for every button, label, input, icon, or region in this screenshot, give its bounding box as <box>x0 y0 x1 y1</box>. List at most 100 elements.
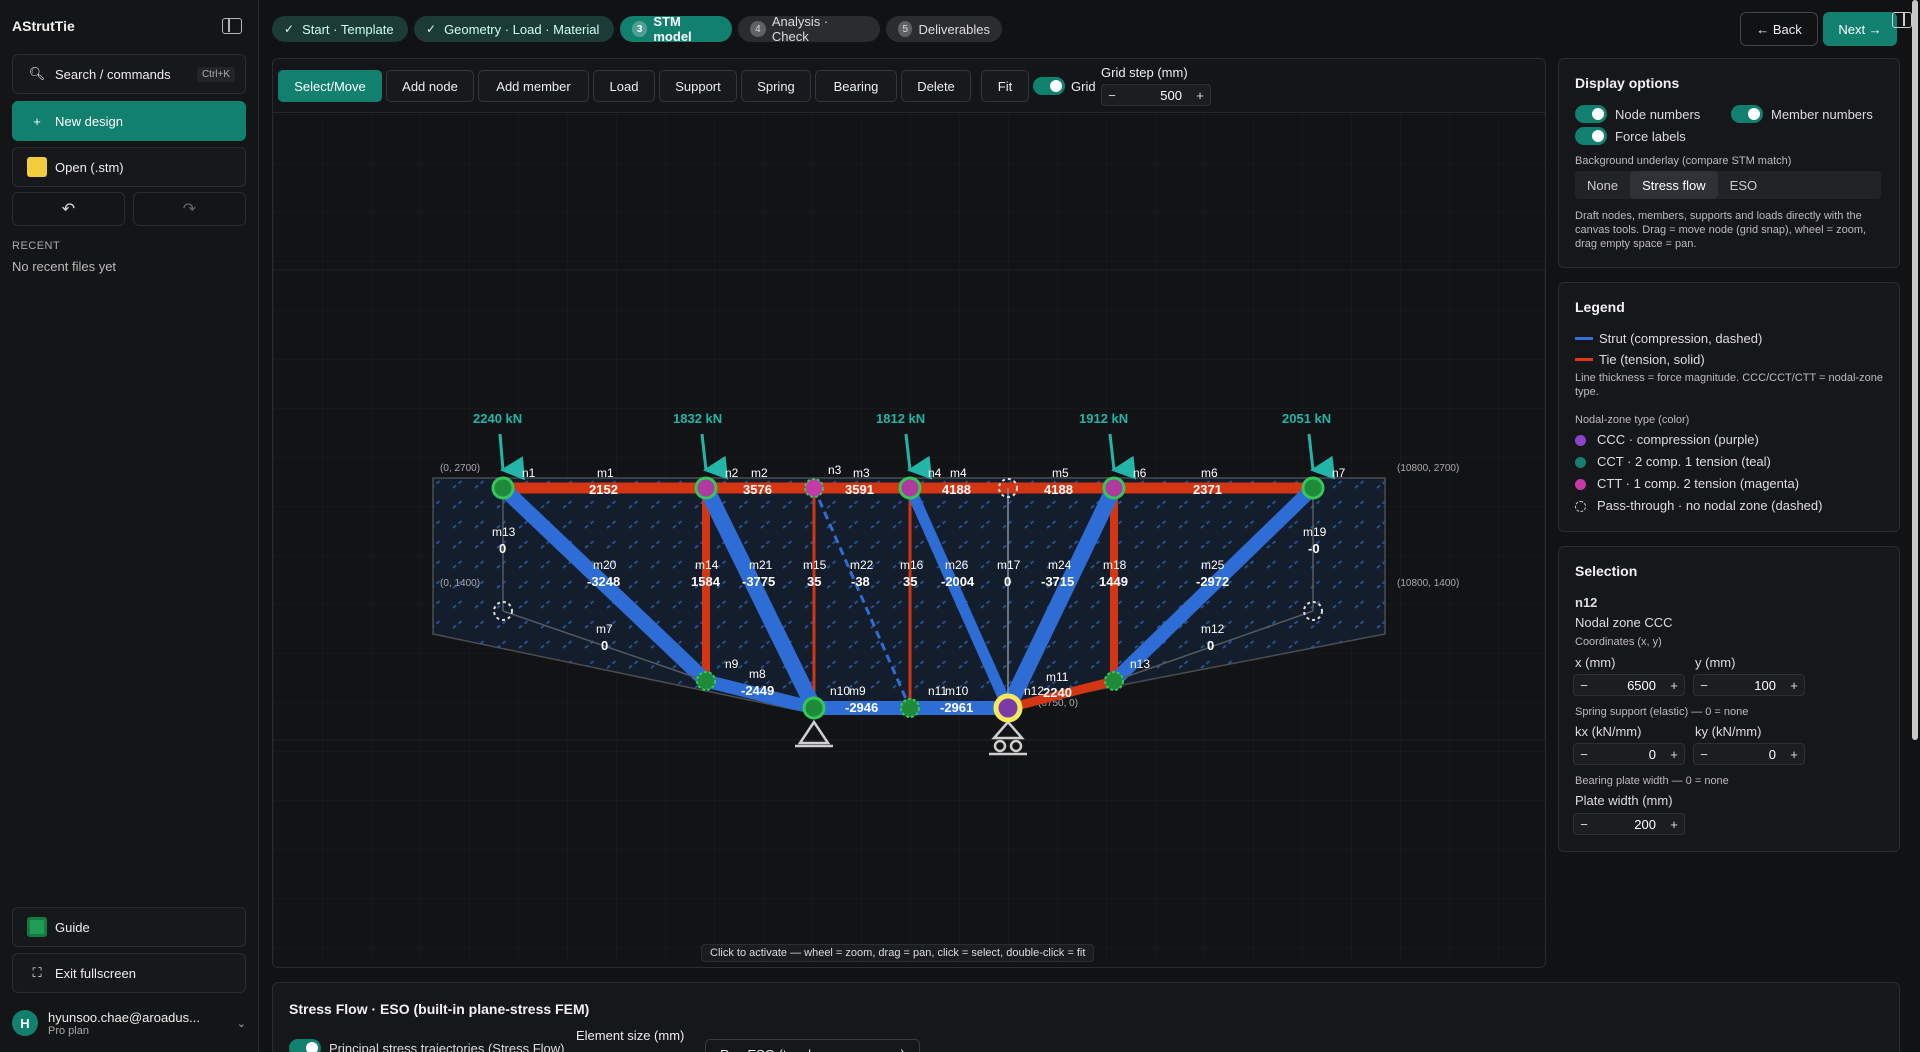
exit-fullscreen-button[interactable]: ⛶ Exit fullscreen <box>12 953 246 993</box>
spring-label: Spring support (elastic) — 0 = none <box>1575 706 1749 718</box>
decrement-icon[interactable]: − <box>1574 817 1594 832</box>
x-stepper[interactable]: − 6500 + <box>1573 674 1685 696</box>
tool-add-node[interactable]: Add node <box>386 70 474 102</box>
new-design-button[interactable]: + New design <box>12 101 246 141</box>
scrollbar-thumb[interactable] <box>1912 0 1918 740</box>
y-stepper[interactable]: − 100 + <box>1693 674 1805 696</box>
collapse-sidebar-icon[interactable] <box>222 18 242 34</box>
step-label: Deliverables <box>918 21 990 37</box>
member-id: m11 <box>1046 670 1069 684</box>
decrement-icon[interactable]: − <box>1694 678 1714 693</box>
increment-icon[interactable]: + <box>1784 678 1804 693</box>
back-button[interactable]: ← Back <box>1740 12 1818 46</box>
kx-stepper[interactable]: − 0 + <box>1573 743 1685 765</box>
plate-width-value[interactable]: 200 <box>1594 817 1664 832</box>
member-force: 2240 <box>1043 685 1072 700</box>
force-labels-toggle[interactable]: Force labels <box>1575 127 1686 145</box>
increment-icon[interactable]: + <box>1190 88 1210 103</box>
increment-icon[interactable]: + <box>1664 817 1684 832</box>
y-value[interactable]: 100 <box>1714 678 1784 693</box>
user-menu[interactable]: H hyunsoo.chae@aroadus... Pro plan ⌄ <box>12 1006 246 1040</box>
toggle-switch[interactable] <box>1575 127 1607 145</box>
ky-value[interactable]: 0 <box>1714 747 1784 762</box>
step-label: STM model <box>653 14 692 44</box>
plus-icon: + <box>33 113 41 129</box>
stm-canvas[interactable]: (0, 2700) (10800, 2700) (0, 1400) (10800… <box>273 114 1545 964</box>
node-label: n6 <box>1133 466 1147 480</box>
node-numbers-toggle[interactable]: Node numbers <box>1575 105 1700 123</box>
member-id: m17 <box>997 558 1021 572</box>
display-options-title: Display options <box>1575 75 1680 91</box>
toggle-switch[interactable] <box>289 1039 321 1052</box>
node-label: n7 <box>1332 466 1346 480</box>
grid-toggle[interactable]: Grid <box>1033 77 1096 95</box>
coords-label: Coordinates (x, y) <box>1575 636 1662 648</box>
legend-title: Legend <box>1575 299 1625 315</box>
tool-add-member[interactable]: Add member <box>478 70 589 102</box>
load-label: 1812 kN <box>876 411 925 426</box>
app-name: AStrutTie <box>12 18 75 34</box>
tool-spring[interactable]: Spring <box>741 70 811 102</box>
grid-step-value[interactable]: 500 <box>1122 88 1190 103</box>
redo-icon[interactable]: ↷ <box>133 192 246 226</box>
decrement-icon[interactable]: − <box>1694 747 1714 762</box>
grid-switch[interactable] <box>1033 77 1065 95</box>
grid-step-stepper[interactable]: − 500 + <box>1101 84 1211 106</box>
increment-icon[interactable]: + <box>1664 678 1684 693</box>
step-start-template[interactable]: ✓ Start · Template <box>272 16 408 42</box>
load-label: 1912 kN <box>1079 411 1128 426</box>
undo-icon[interactable]: ↶ <box>12 192 125 226</box>
toggle-switch[interactable] <box>1731 105 1763 123</box>
fit-button[interactable]: Fit <box>981 70 1029 102</box>
member-id: m25 <box>1201 558 1225 572</box>
legend-cct: CCT · 2 comp. 1 tension (teal) <box>1597 454 1771 469</box>
selected-node: n12 <box>1575 595 1598 610</box>
step-analysis-check[interactable]: 4 Analysis · Check <box>738 14 880 44</box>
step-geometry-load-material[interactable]: ✓ Geometry · Load · Material <box>414 16 614 42</box>
toggle-panel-icon[interactable] <box>1892 12 1912 28</box>
open-file-button[interactable]: Open (.stm) <box>12 147 246 187</box>
plate-width-stepper[interactable]: − 200 + <box>1573 813 1685 835</box>
tie-swatch <box>1575 358 1593 361</box>
next-button[interactable]: Next → <box>1823 12 1897 46</box>
x-value[interactable]: 6500 <box>1594 678 1664 693</box>
avatar: H <box>12 1010 38 1036</box>
member-id: m7 <box>596 622 613 636</box>
tool-support[interactable]: Support <box>659 70 737 102</box>
tool-bearing[interactable]: Bearing <box>815 70 897 102</box>
increment-icon[interactable]: + <box>1784 747 1804 762</box>
member-numbers-toggle[interactable]: Member numbers <box>1731 105 1873 123</box>
step-stm-model[interactable]: 3 STM model <box>620 14 732 44</box>
node-n6 <box>1102 476 1126 500</box>
toggle-switch[interactable] <box>1575 105 1607 123</box>
decrement-icon[interactable]: − <box>1574 747 1594 762</box>
tool-load[interactable]: Load <box>593 70 655 102</box>
member-force: 3576 <box>743 482 772 497</box>
tool-delete[interactable]: Delete <box>901 70 971 102</box>
selected-zone: Nodal zone CCC <box>1575 615 1673 630</box>
run-eso-button[interactable]: Run ESO (topology emergence) <box>705 1039 920 1052</box>
page-scrollbar[interactable] <box>1910 0 1920 740</box>
decrement-icon[interactable]: − <box>1574 678 1594 693</box>
underlay-option-eso[interactable]: ESO <box>1718 171 1769 199</box>
kx-label: kx (kN/mm) <box>1575 724 1642 739</box>
search-button[interactable]: 🔍︎ Search / commands Ctrl+K <box>12 54 246 94</box>
ctt-swatch <box>1575 479 1586 490</box>
underlay-option-none[interactable]: None <box>1575 171 1630 199</box>
eso-title: Stress Flow · ESO (built-in plane-stress… <box>289 1001 590 1017</box>
stress-flow-toggle[interactable]: Principal stress trajectories (Stress Fl… <box>289 1039 565 1052</box>
member-id: m10 <box>945 684 969 698</box>
increment-icon[interactable]: + <box>1664 747 1684 762</box>
underlay-option-stress-flow[interactable]: Stress flow <box>1630 171 1718 199</box>
tool-select-move[interactable]: Select/Move <box>278 70 382 102</box>
member-force: -2972 <box>1196 574 1229 589</box>
ky-stepper[interactable]: − 0 + <box>1693 743 1805 765</box>
step-deliverables[interactable]: 5 Deliverables <box>886 16 1002 42</box>
guide-button[interactable]: Guide <box>12 907 246 947</box>
toggle-label: Node numbers <box>1615 106 1701 122</box>
node-label: n3 <box>828 463 842 477</box>
kx-value[interactable]: 0 <box>1594 747 1664 762</box>
underlay-selector: None Stress flow ESO <box>1575 171 1881 199</box>
decrement-icon[interactable]: − <box>1102 88 1122 103</box>
cct-swatch <box>1575 457 1586 468</box>
